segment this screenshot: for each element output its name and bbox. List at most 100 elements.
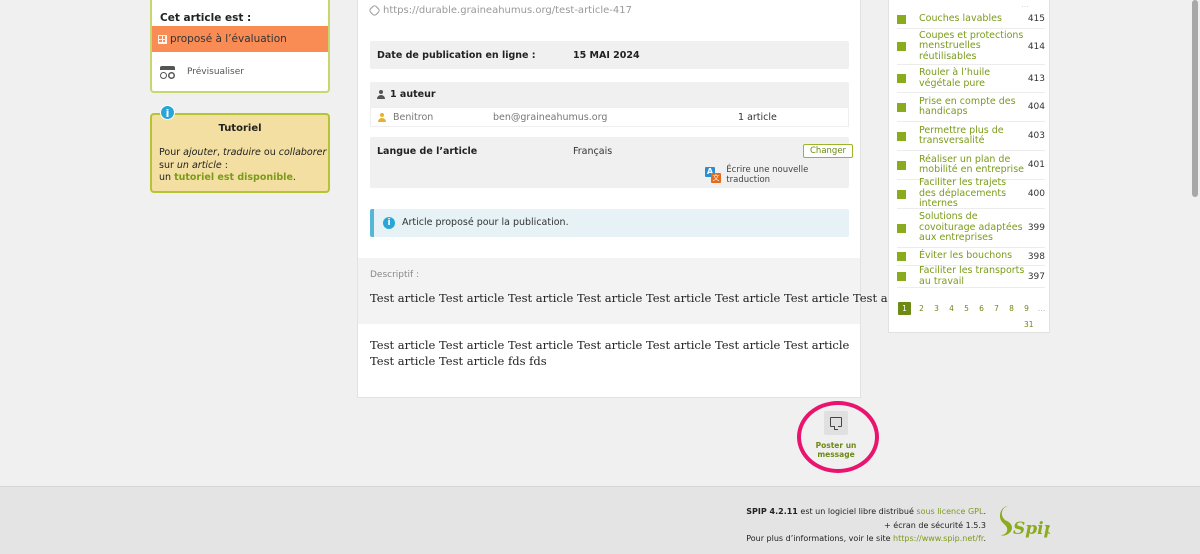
pagination-page[interactable]: 4 [944,304,959,313]
publication-date-block: Date de publication en ligne : 15 MAI 20… [370,41,849,69]
related-article-number: 403 [1027,131,1045,141]
related-article-item[interactable]: Faciliter les trajets des déplacements i… [897,178,1045,209]
tutorial-text-part: Pour [159,147,184,158]
related-article-item[interactable]: Permettre plus de transversalité 403 [897,122,1045,151]
tutorial-text-part: ou [260,147,279,158]
language-label: Langue de l’article [377,146,478,157]
related-article-title[interactable]: Permettre plus de transversalité [919,124,1025,149]
related-article-title[interactable]: Faciliter les transports au travail [919,264,1025,289]
related-article-item[interactable]: Prise en compte des handicaps 404 [897,93,1045,122]
highlight-circle [797,401,879,473]
preview-label: Prévisualiser [187,67,244,77]
tutorial-text-collaborer: collaborer [278,147,327,158]
spip-logo[interactable]: Spip [998,502,1050,542]
status-label: proposé à l’évaluation [170,33,287,45]
related-article-number: 414 [1027,41,1045,52]
pagination-page[interactable]: 3 [929,304,944,313]
authors-header: 1 auteur [377,89,436,100]
related-article-title[interactable]: Éviter les bouchons [919,249,1025,264]
footer-text-part: . [983,507,986,516]
author-email[interactable]: ben@graineahumus.org [493,112,607,123]
author-name[interactable]: Benitron [393,112,433,123]
related-article-item[interactable]: Couches lavables 415 [897,10,1045,29]
related-article-number: 397 [1027,271,1045,282]
new-translation-button[interactable]: Écrire une nouvelle traduction [705,165,849,185]
authors-count-label: 1 auteur [390,89,436,100]
author-row: Benitron ben@graineahumus.org 1 article [370,107,849,127]
related-article-title[interactable]: Couches lavables [919,12,1025,27]
description-label: Descriptif : [370,270,420,280]
tutorial-box: i Tutoriel Pour ajouter, traduire ou col… [150,105,330,193]
article-body-text: Test article Test article Test article T… [370,338,850,368]
related-article-title[interactable]: Prise en compte des handicaps [919,95,1025,120]
new-translation-label: Écrire une nouvelle traduction [726,165,809,185]
pagination-page[interactable]: 2 [914,304,929,313]
article-url[interactable]: https://durable.graineahumus.org/test-ar… [383,5,632,16]
spip-site-link[interactable]: https://www.spip.net/fr [893,534,983,543]
pagination-page[interactable]: 8 [1004,304,1019,313]
related-article-number: 404 [1027,102,1045,112]
related-article-item[interactable]: Rouler à l’huile végétale pure 413 [897,65,1045,93]
tutorial-title: Tutoriel [218,123,262,134]
author-article-count: 1 article [738,112,777,123]
square-bullet-icon [897,131,906,141]
square-bullet-icon [897,223,906,233]
square-bullet-icon [897,160,906,170]
related-article-number: 415 [1027,14,1045,24]
related-article-item[interactable]: Solutions de covoiturage adaptées aux en… [897,209,1045,248]
change-language-button[interactable]: Changer [803,144,854,158]
spip-version: SPIP 4.2.11 [746,507,798,516]
pagination-last-page[interactable]: 31 [1024,320,1034,329]
security-screen-version: + écran de sécurité 1.5.3 [884,520,986,530]
publication-notice: i Article proposé pour la publication. [370,209,849,237]
pagination-current-page[interactable]: 1 [898,302,911,315]
notice-text: Article proposé pour la publication. [402,217,569,228]
related-article-number: 401 [1027,160,1045,170]
tutorial-text-part: . [292,172,296,183]
related-article-item[interactable]: Coupes et protections menstruelles réuti… [897,29,1045,65]
tutorial-text-ajouter: ajouter [183,147,217,158]
related-article-title[interactable]: Coupes et protections menstruelles réuti… [919,29,1025,65]
square-bullet-icon [897,14,906,24]
status-box-title: Cet article est : [160,12,252,24]
pagination-page[interactable]: 7 [989,304,1004,313]
person-icon [377,90,385,99]
related-article-title[interactable]: Solutions de covoiturage adaptées aux en… [919,210,1025,246]
related-articles-panel: … Couches lavables 415 Coupes et protectio… [888,0,1050,333]
pagination-ellipsis: … [1037,304,1046,313]
article-card: https://durable.graineahumus.org/test-ar… [357,0,987,398]
related-article-title[interactable]: Réaliser un plan de mobilité en entrepri… [919,153,1025,178]
square-bullet-icon [897,272,906,281]
related-article-title[interactable]: Rouler à l’huile végétale pure [919,66,1025,91]
translate-icon [705,167,722,183]
related-articles-list: Couches lavables 415 Coupes et protections… [897,10,1045,288]
publication-date-value[interactable]: 15 MAI 2024 [573,50,640,61]
related-article-number: 413 [1027,73,1045,84]
square-bullet-icon [897,42,906,51]
related-article-title[interactable]: Faciliter les trajets des déplacements i… [919,176,1025,212]
pagination-page[interactable]: 6 [974,304,989,313]
square-bullet-icon [897,102,906,112]
pagination-page[interactable]: 5 [959,304,974,313]
pagination-page[interactable]: 9 [1019,304,1034,313]
tutorial-text-part: : [221,159,229,171]
preview-button[interactable]: Prévisualiser [160,66,244,79]
related-article-number: 398 [1027,251,1045,262]
tutorial-text-traduire: traduire [222,147,261,158]
publication-date-label: Date de publication en ligne : [377,50,536,61]
tutorial-link[interactable]: tutoriel est disponible [174,172,293,183]
article-status-box: Cet article est : proposé à l’évaluation… [150,0,330,93]
authors-block: 1 auteur Benitron ben@graineahumus.org 1… [370,82,849,127]
footer-text-part: est un logiciel libre distribué [797,507,917,516]
footer-text-part: Pour plus d’informations, voir le site [746,534,894,543]
tutorial-text-part: sur [159,159,177,171]
language-block: Langue de l’article Français Changer Écr… [370,137,854,188]
language-value: Français [573,146,613,157]
tutorial-text-un-article: un article [176,159,222,171]
scrollbar-thumb[interactable] [1192,0,1198,197]
tutorial-text-part: un [159,172,175,183]
status-proposed-item[interactable]: proposé à l’évaluation [152,26,328,52]
link-icon [368,4,381,17]
licence-link[interactable]: sous licence GPL [916,507,983,516]
related-article-item[interactable]: Faciliter les transports au travail 397 [897,264,1045,289]
